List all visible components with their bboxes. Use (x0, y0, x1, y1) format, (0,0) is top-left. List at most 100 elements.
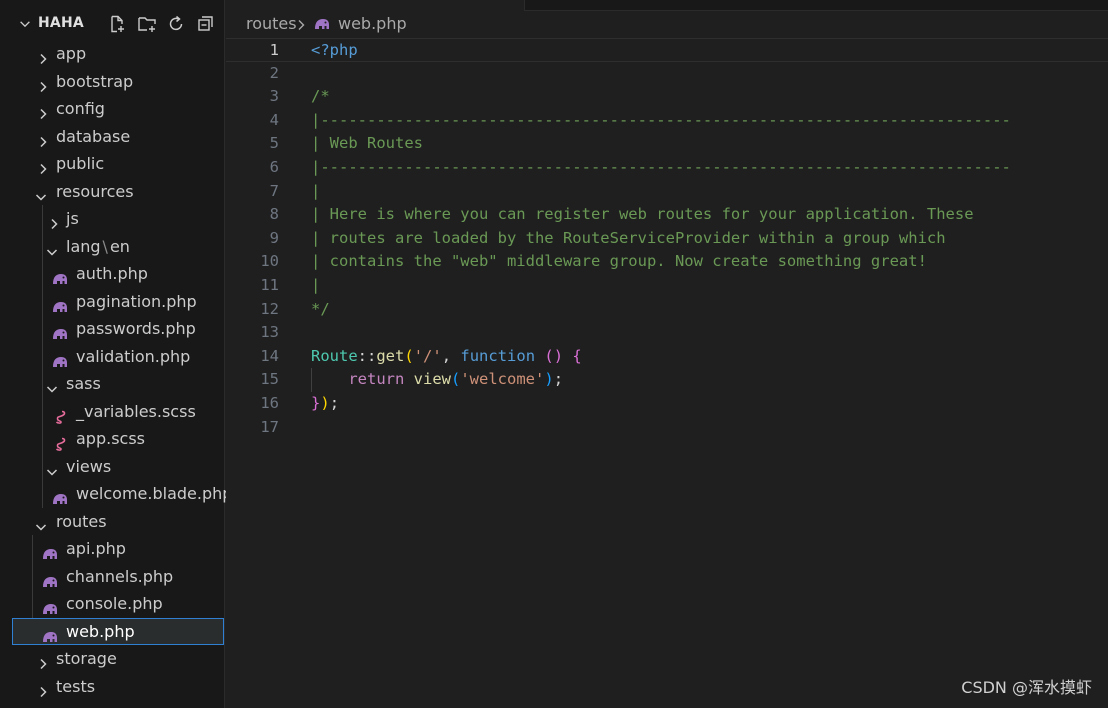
indent-guide (42, 205, 43, 233)
explorer-title: HAHA (38, 15, 84, 31)
compact-folder-separator: \ (102, 236, 108, 256)
chevron-right-icon (36, 47, 50, 65)
chevron-right-icon (296, 17, 306, 31)
code-text: | Here is where you can register web rou… (311, 205, 974, 224)
explorer-sidebar: HAHA app bootstrap config database publi… (0, 0, 232, 708)
tree-item-channels-php[interactable]: channels.php (0, 562, 225, 590)
code-text: | Web Routes (311, 134, 423, 153)
line-number: 1 (269, 41, 279, 59)
tree-item-pagination-php[interactable]: pagination.php (0, 287, 225, 315)
chevron-down-icon (45, 460, 59, 476)
file-tree: app bootstrap config database public res… (0, 40, 232, 701)
code-text: */ (311, 299, 330, 318)
indent-guide (42, 287, 43, 315)
breadcrumb-folder[interactable]: routes (246, 14, 297, 33)
code-text: /* (311, 87, 330, 106)
code-class-name: Route (311, 346, 358, 365)
tree-item-storage[interactable]: storage (0, 645, 225, 673)
php-icon (52, 295, 67, 312)
chevron-down-icon (34, 515, 48, 531)
tree-item-app-scss[interactable]: app.scss (0, 425, 225, 453)
line-number: 2 (269, 63, 279, 82)
code-line: 7 | (226, 180, 1108, 204)
tree-item-console-php[interactable]: console.php (0, 590, 225, 618)
code-bracket: ) (544, 370, 554, 389)
chevron-down-icon[interactable] (18, 16, 32, 30)
line-number: 4 (269, 110, 279, 129)
line-number: 8 (269, 205, 279, 224)
code-function-name: view (413, 370, 451, 389)
code-line: 5 | Web Routes (226, 132, 1108, 156)
php-icon (52, 487, 67, 504)
new-folder-icon[interactable] (137, 14, 157, 34)
indent-guide (42, 397, 43, 425)
tree-item-variables-scss[interactable]: _variables.scss (0, 397, 225, 425)
indent-guide (32, 590, 33, 618)
tree-item-web-php[interactable]: web.php (12, 617, 224, 645)
php-icon (52, 350, 67, 367)
tree-item-label: passwords.php (76, 319, 196, 338)
tree-item-label: channels.php (66, 566, 174, 586)
line-number: 14 (260, 346, 279, 365)
tree-item-views[interactable]: views (0, 452, 225, 480)
tree-item-sass[interactable]: sass (0, 370, 225, 398)
indent-guide (32, 562, 33, 590)
tree-item-welcome-blade-php[interactable]: welcome.blade.php (0, 480, 232, 508)
tree-item-label: sass (66, 374, 101, 393)
line-number: 15 (260, 370, 279, 389)
line-number: 3 (269, 87, 279, 106)
tree-item-js[interactable]: js (0, 205, 225, 233)
tab-strip (226, 0, 1108, 11)
tree-item-routes[interactable]: routes (0, 508, 225, 536)
code-text: <?php (311, 41, 358, 59)
code-punctuation: , (441, 346, 452, 365)
tree-item-lang-en[interactable]: lang \ en (0, 232, 225, 260)
code-line: 14 Route::get('/', function () { (226, 345, 1108, 369)
line-number: 5 (269, 134, 279, 153)
refresh-icon[interactable] (166, 14, 186, 34)
chevron-right-icon (36, 157, 50, 175)
code-text: |---------------------------------------… (311, 110, 1011, 129)
collapse-all-icon[interactable] (196, 14, 216, 34)
new-file-icon[interactable] (107, 14, 127, 34)
tab-web-php[interactable] (226, 0, 525, 11)
editor-pane[interactable]: routes web.php 1 <?php 2 3 /* 4 |----------… (226, 0, 1108, 708)
indent-guide (42, 425, 43, 453)
tree-item-label: js (66, 209, 79, 228)
tree-item-label: app (56, 44, 87, 63)
tree-item-auth-php[interactable]: auth.php (0, 260, 225, 288)
code-line: 6 |--------------------------------------… (226, 156, 1108, 180)
code-text: | (311, 181, 321, 200)
code-line: 15 return view('welcome'); (226, 368, 1108, 392)
watermark: CSDN @浑水摸虾 (961, 678, 1092, 697)
code-string: '/' (413, 346, 442, 365)
code-text: return view('welcome'); (311, 368, 563, 392)
tree-item-label: auth.php (76, 264, 148, 283)
tree-item-resources[interactable]: resources (0, 178, 225, 206)
explorer-header[interactable]: HAHA (0, 10, 225, 40)
tree-item-label: resources (56, 181, 134, 201)
code-line: 2 (226, 62, 1108, 86)
tree-item-label-part: lang (66, 236, 101, 256)
sass-icon (53, 405, 67, 424)
code-line: 3 /* (226, 85, 1108, 109)
tree-item-label: config (56, 99, 105, 118)
tree-item-tests[interactable]: tests (0, 673, 225, 701)
tree-item-config[interactable]: config (0, 95, 225, 123)
tree-item-passwords-php[interactable]: passwords.php (0, 315, 225, 343)
tree-item-public[interactable]: public (0, 150, 225, 178)
code-keyword: return (348, 370, 405, 389)
indent-guide (42, 452, 43, 480)
code-area[interactable]: 1 <?php 2 3 /* 4 |-------------------------… (226, 38, 1108, 439)
indent-guide (42, 480, 43, 508)
chevron-down-icon (34, 185, 48, 201)
tree-item-bootstrap[interactable]: bootstrap (0, 68, 225, 96)
tree-item-database[interactable]: database (0, 123, 225, 151)
breadcrumb-file[interactable]: web.php (338, 14, 407, 33)
tree-item-validation-php[interactable]: validation.php (0, 342, 225, 370)
line-number: 11 (260, 275, 279, 294)
tree-item-app[interactable]: app (0, 40, 225, 68)
tree-item-api-php[interactable]: api.php (0, 535, 225, 563)
tree-item-label: public (56, 154, 105, 173)
code-line: 1 <?php (226, 38, 1108, 62)
